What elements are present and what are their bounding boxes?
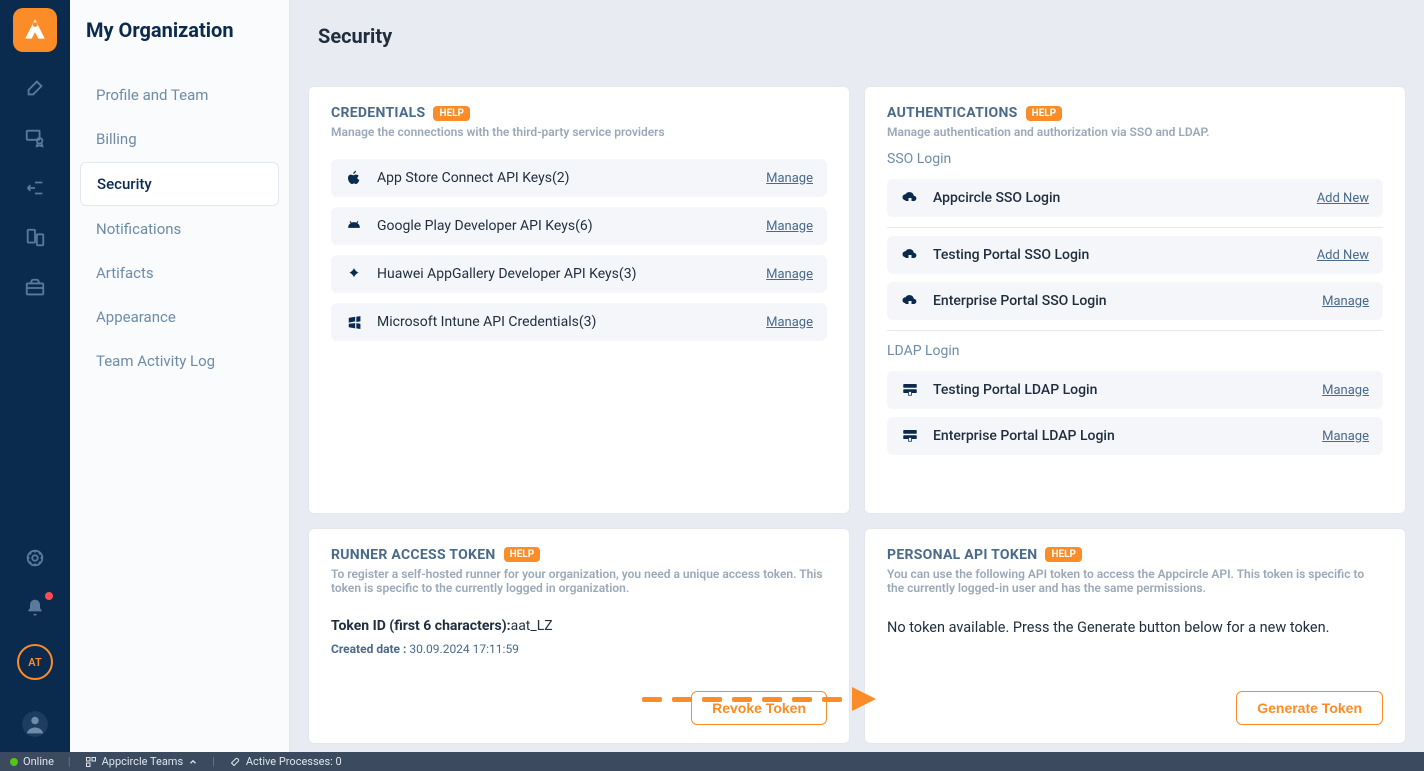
credential-row-google: Google Play Developer API Keys(6) Manage [331, 207, 827, 245]
auth-name: Enterprise Portal SSO Login [933, 293, 1308, 309]
ldap-section-label: LDAP Login [887, 343, 1383, 359]
runner-token-card: RUNNER ACCESS TOKEN HELP To register a s… [308, 528, 850, 745]
credentials-card: CREDENTIALS HELP Manage the connections … [308, 86, 850, 514]
credential-name: App Store Connect API Keys(2) [377, 170, 752, 186]
authentications-title: AUTHENTICATIONS [887, 105, 1018, 121]
credential-name: Huawei AppGallery Developer API Keys(3) [377, 266, 752, 282]
manage-link[interactable]: Manage [766, 315, 813, 330]
status-teams-label: Appcircle Teams [102, 755, 184, 768]
status-teams[interactable]: Appcircle Teams [85, 755, 199, 768]
sidebar-item-security[interactable]: Security [80, 162, 279, 206]
server-lock-icon [901, 381, 919, 399]
auth-row-testing-sso: Testing Portal SSO Login Add New [887, 236, 1383, 274]
credential-row-apple: App Store Connect API Keys(2) Manage [331, 159, 827, 197]
sidebar-item-profile-team[interactable]: Profile and Team [80, 74, 279, 116]
sso-section-label: SSO Login [887, 151, 1383, 167]
manage-link[interactable]: Manage [1322, 429, 1369, 444]
credentials-help-badge[interactable]: HELP [433, 106, 470, 121]
token-created-label: Created date : [331, 642, 409, 656]
build-icon[interactable] [21, 74, 49, 102]
bell-icon[interactable] [21, 594, 49, 622]
credentials-subtitle: Manage the connections with the third-pa… [331, 125, 827, 139]
wrench-icon [229, 756, 241, 768]
token-id-label: Token ID (first 6 characters): [331, 618, 511, 634]
credential-row-huawei: Huawei AppGallery Developer API Keys(3) … [331, 255, 827, 293]
manage-link[interactable]: Manage [766, 267, 813, 282]
auth-name: Testing Portal SSO Login [933, 247, 1303, 263]
cloud-lock-icon [901, 189, 919, 207]
runner-token-subtitle: To register a self-hosted runner for you… [331, 567, 827, 595]
server-lock-icon [901, 427, 919, 445]
sub-navigation: My Organization Profile and Team Billing… [70, 0, 290, 752]
android-icon [345, 217, 363, 235]
status-processes[interactable]: Active Processes: 0 [229, 755, 342, 768]
microsoft-icon [345, 313, 363, 331]
arrow-annotation [642, 687, 876, 711]
auth-row-enterprise-sso: Enterprise Portal SSO Login Manage [887, 282, 1383, 320]
auth-row-appcircle-sso: Appcircle SSO Login Add New [887, 179, 1383, 217]
sidebar-item-notifications[interactable]: Notifications [80, 208, 279, 250]
briefcase-icon[interactable] [21, 274, 49, 302]
chevron-up-icon [188, 757, 198, 767]
auth-row-enterprise-ldap: Enterprise Portal LDAP Login Manage [887, 417, 1383, 455]
devices-icon[interactable] [21, 224, 49, 252]
online-dot-icon [10, 758, 18, 766]
personal-token-subtitle: You can use the following API token to a… [887, 567, 1383, 595]
runner-token-help-badge[interactable]: HELP [504, 547, 541, 562]
personal-token-title: PERSONAL API TOKEN [887, 547, 1037, 563]
icon-sidebar: AT [0, 0, 70, 752]
manage-link[interactable]: Manage [766, 171, 813, 186]
manage-link[interactable]: Manage [766, 219, 813, 234]
certificate-icon[interactable] [21, 124, 49, 152]
no-token-message: No token available. Press the Generate b… [887, 619, 1383, 636]
generate-token-button[interactable]: Generate Token [1236, 691, 1383, 725]
auth-row-testing-ldap: Testing Portal LDAP Login Manage [887, 371, 1383, 409]
app-logo[interactable] [13, 8, 57, 52]
main-header: Security [290, 0, 1424, 72]
auth-name: Appcircle SSO Login [933, 190, 1303, 206]
status-online-label: Online [23, 755, 54, 768]
user-menu-icon[interactable] [17, 706, 53, 742]
sidebar-item-artifacts[interactable]: Artifacts [80, 252, 279, 294]
runner-token-title: RUNNER ACCESS TOKEN [331, 547, 496, 563]
apple-icon [345, 169, 363, 187]
auth-name: Testing Portal LDAP Login [933, 382, 1308, 398]
authentications-help-badge[interactable]: HELP [1026, 106, 1063, 121]
add-new-link[interactable]: Add New [1317, 191, 1369, 206]
credential-name: Google Play Developer API Keys(6) [377, 218, 752, 234]
credentials-title: CREDENTIALS [331, 105, 425, 121]
main-content: Security CREDENTIALS HELP Manage the con… [290, 0, 1424, 752]
personal-token-card: PERSONAL API TOKEN HELP You can use the … [864, 528, 1406, 745]
subnav-title: My Organization [70, 18, 289, 72]
credential-name: Microsoft Intune API Credentials(3) [377, 314, 752, 330]
status-bar: Online | Appcircle Teams | Active Proces… [0, 752, 1424, 771]
authentications-card: AUTHENTICATIONS HELP Manage authenticati… [864, 86, 1406, 514]
cloud-lock-icon [901, 246, 919, 264]
authentications-subtitle: Manage authentication and authorization … [887, 125, 1383, 139]
add-new-link[interactable]: Add New [1317, 248, 1369, 263]
status-online[interactable]: Online [10, 755, 54, 768]
auth-name: Enterprise Portal LDAP Login [933, 428, 1308, 444]
distribution-icon[interactable] [21, 174, 49, 202]
sidebar-item-appearance[interactable]: Appearance [80, 296, 279, 338]
settings-gear-icon[interactable] [21, 544, 49, 572]
token-created-value: 30.09.2024 17:11:59 [409, 642, 519, 656]
manage-link[interactable]: Manage [1322, 294, 1369, 309]
avatar[interactable]: AT [17, 644, 53, 680]
cloud-lock-icon [901, 292, 919, 310]
teams-icon [85, 756, 97, 768]
page-title: Security [318, 24, 392, 48]
sidebar-item-billing[interactable]: Billing [80, 118, 279, 160]
huawei-icon [345, 265, 363, 283]
personal-token-help-badge[interactable]: HELP [1045, 547, 1082, 562]
sidebar-item-team-activity-log[interactable]: Team Activity Log [80, 340, 279, 382]
manage-link[interactable]: Manage [1322, 383, 1369, 398]
credential-row-microsoft: Microsoft Intune API Credentials(3) Mana… [331, 303, 827, 341]
token-id-value: aat_LZ [511, 618, 553, 634]
status-processes-label: Active Processes: 0 [246, 755, 342, 768]
